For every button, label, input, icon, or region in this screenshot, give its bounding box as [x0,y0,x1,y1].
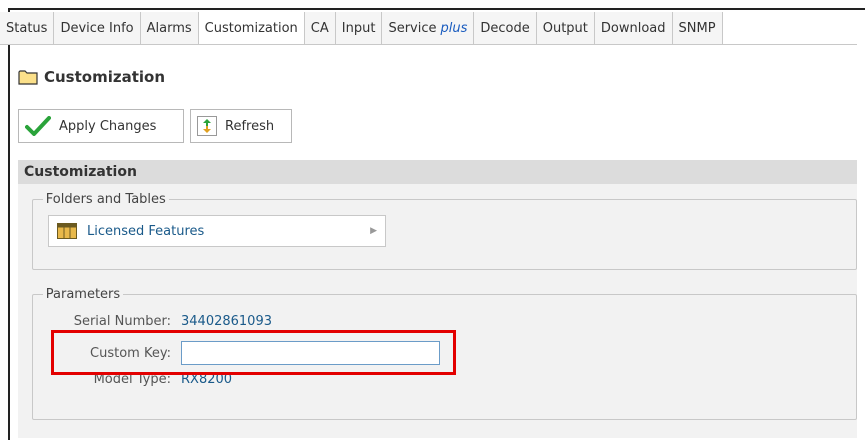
section-header: Customization [18,160,857,184]
refresh-icon [197,116,217,136]
serial-number-label: Serial Number: [73,314,171,329]
tab-label: Service [388,20,437,36]
refresh-button[interactable]: Refresh [190,109,292,143]
tab-alarms[interactable]: Alarms [140,12,199,44]
tab-output[interactable]: Output [536,12,595,44]
tab-service-plus[interactable]: Service plus [382,12,475,44]
licensed-features-label: Licensed Features [87,223,205,239]
section-title: Customization [24,164,137,180]
custom-key-row: Custom Key: [50,341,440,365]
tab-ca[interactable]: CA [304,12,336,44]
tab-label: Device Info [60,20,134,36]
tab-device-info[interactable]: Device Info [54,12,141,44]
page-header: Customization [18,68,165,86]
folders-tables-legend: Folders and Tables [45,192,166,207]
parameters-legend: Parameters [45,287,121,302]
tab-label: Input [341,20,376,36]
tab-label: Status [6,20,48,36]
tab-label: Output [542,20,588,36]
custom-key-input[interactable] [181,341,440,365]
tab-label-suffix: plus [440,20,468,36]
tab-download[interactable]: Download [594,12,673,44]
apply-changes-label: Apply Changes [59,118,157,134]
tab-snmp[interactable]: SNMP [672,12,723,44]
refresh-label: Refresh [225,118,275,134]
table-icon [57,223,77,239]
model-type-row: Model Type: RX8200 [50,372,232,387]
apply-changes-button[interactable]: Apply Changes [18,109,184,143]
custom-key-label: Custom Key: [90,345,171,361]
tab-label: Download [600,20,666,36]
tab-status[interactable]: Status [0,12,55,44]
page-title: Customization [44,68,166,86]
tab-customization[interactable]: Customization [198,12,305,44]
tab-bar: Status Device Info Alarms Customization … [0,12,857,45]
serial-number-row: Serial Number: 34402861093 [50,314,272,329]
tab-label: Customization [204,20,298,36]
tab-label: Alarms [146,20,192,36]
licensed-features-item[interactable]: Licensed Features ▶ [48,215,386,247]
tab-label: CA [310,20,329,36]
tab-label: SNMP [678,20,716,36]
tab-decode[interactable]: Decode [474,12,537,44]
folder-icon [18,70,38,85]
checkmark-icon [25,116,51,136]
model-type-label: Model Type: [93,372,171,387]
tab-input[interactable]: Input [335,12,383,44]
serial-number-value: 34402861093 [181,314,272,329]
model-type-value: RX8200 [181,372,233,387]
tab-label: Decode [480,20,530,36]
chevron-right-icon: ▶ [370,226,377,236]
